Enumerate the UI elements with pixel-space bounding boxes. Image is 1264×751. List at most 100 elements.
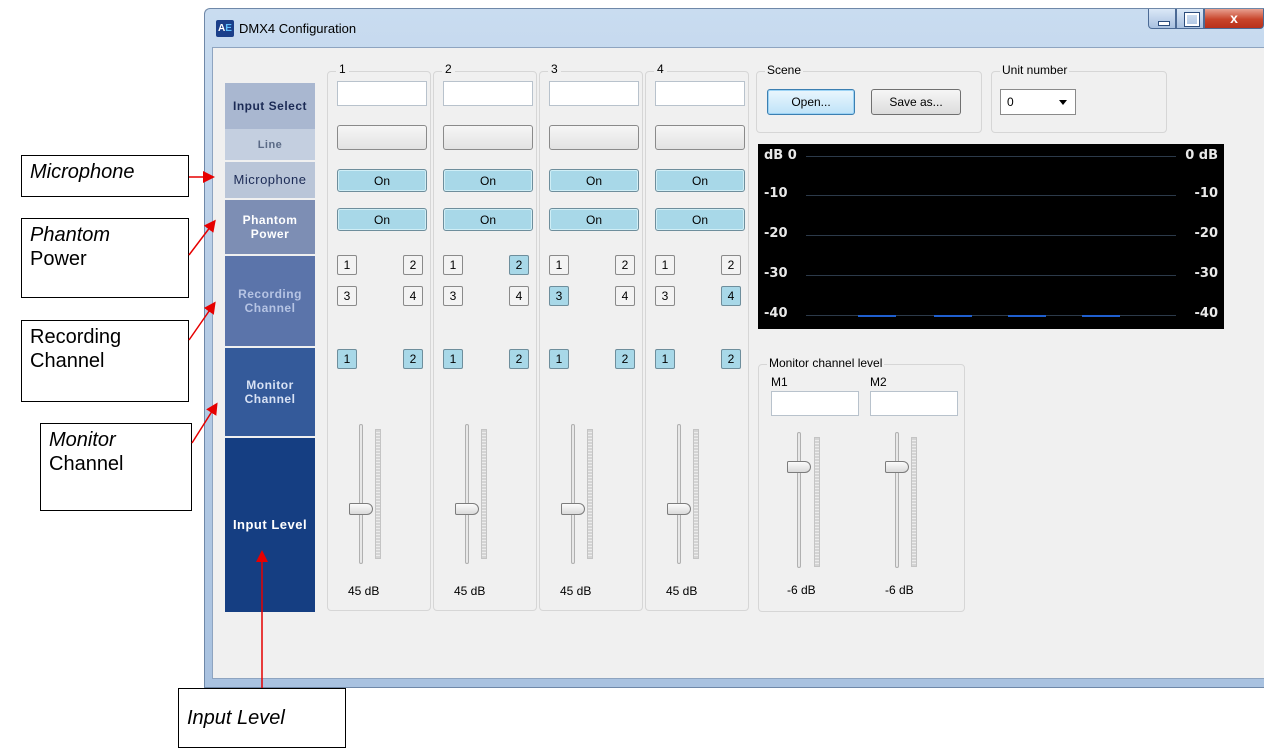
app-window: AE DMX4 Configuration x Input Select Lin… [204,8,1264,688]
line-button[interactable] [549,125,639,150]
input-level-slider-thumb[interactable] [349,503,373,515]
channel-strip-1: 1 On On 1 2 3 4 1 2 45 dB [327,62,431,611]
close-button[interactable]: x [1204,9,1264,29]
meter-left-tick-label: -30 [764,266,788,281]
m2-value-field[interactable] [870,391,958,416]
m1-label: M1 [771,375,788,389]
m2-slider-thumb[interactable] [885,461,909,473]
meter-channel-3-bar [1008,315,1046,317]
monitor-channel-1-button[interactable]: 1 [655,349,675,369]
monitor-channel-2-button[interactable]: 2 [403,349,423,369]
save-scene-as-button[interactable]: Save as... [871,89,961,115]
recording-channel-2-button[interactable]: 2 [721,255,741,275]
annotation-input-level-text: Input Level [187,707,285,729]
monitor-channel-label: Monitor Channel [225,348,315,436]
line-button[interactable] [655,125,745,150]
recording-channel-1-button[interactable]: 1 [337,255,357,275]
monitor-channel-1-button[interactable]: 1 [337,349,357,369]
recording-channel-4-button[interactable]: 4 [403,286,423,306]
monitor-channel-2-button[interactable]: 2 [615,349,635,369]
recording-channel-1-button[interactable]: 1 [549,255,569,275]
recording-channel-3-button[interactable]: 3 [549,286,569,306]
channel-strip-4: 4 On On 1 2 3 4 1 2 45 dB [645,62,749,611]
microphone-on-button[interactable]: On [655,169,745,192]
m1-value-field[interactable] [771,391,859,416]
input-level-meter [587,429,593,559]
annotation-recording-text-2: Channel [30,350,105,372]
input-select-field[interactable] [655,81,745,106]
input-level-meter [375,429,381,559]
open-scene-button[interactable]: Open... [767,89,855,115]
m1-slider-track[interactable] [797,432,801,568]
phantom-power-on-button[interactable]: On [443,208,533,231]
dropdown-arrow-icon [1059,100,1067,105]
title-bar[interactable]: AE DMX4 Configuration x [205,9,1264,47]
m2-level-readout: -6 dB [885,583,914,597]
unit-number-title: Unit number [1000,63,1070,77]
channel-number: 1 [336,62,349,76]
line-label: Line [225,129,315,160]
annotation-phantom-text-2: Power [30,248,87,270]
monitor-channel-1-button[interactable]: 1 [549,349,569,369]
input-level-slider-track[interactable] [359,424,363,564]
recording-channel-2-button[interactable]: 2 [509,255,529,275]
input-select-field[interactable] [443,81,533,106]
unit-number-select[interactable]: 0 [1000,89,1076,115]
phantom-power-on-button[interactable]: On [337,208,427,231]
meter-grid-line [806,195,1176,196]
input-level-label: Input Level [225,438,315,612]
app-logo-icon: AE [216,20,234,37]
input-level-slider-thumb[interactable] [561,503,585,515]
m2-level-meter [911,437,917,567]
annotation-monitor-text-1: Monitor [49,429,116,451]
input-level-slider-track[interactable] [571,424,575,564]
recording-channel-3-button[interactable]: 3 [337,286,357,306]
annotation-monitor-text-2: Channel [49,453,124,475]
recording-channel-3-button[interactable]: 3 [655,286,675,306]
meter-right-tick-label: -40 [1194,306,1219,321]
minimize-button[interactable] [1148,9,1176,29]
meter-right-tick-label: -10 [1194,186,1219,201]
window-title: DMX4 Configuration [239,21,357,36]
monitor-channel-2-button[interactable]: 2 [509,349,529,369]
input-select-field[interactable] [549,81,639,106]
meter-top-left-label: dB 0 [764,148,797,163]
maximize-button[interactable] [1176,9,1204,29]
recording-channel-4-button[interactable]: 4 [615,286,635,306]
microphone-on-button[interactable]: On [443,169,533,192]
recording-channel-2-button[interactable]: 2 [403,255,423,275]
phantom-power-on-button[interactable]: On [655,208,745,231]
monitor-channel-2-button[interactable]: 2 [721,349,741,369]
m2-slider-track[interactable] [895,432,899,568]
line-button[interactable] [443,125,533,150]
m1-slider-thumb[interactable] [787,461,811,473]
microphone-on-button[interactable]: On [549,169,639,192]
recording-channel-1-button[interactable]: 1 [655,255,675,275]
input-level-slider-track[interactable] [465,424,469,564]
channel-number: 2 [442,62,455,76]
input-level-slider-track[interactable] [677,424,681,564]
unit-number-value: 0 [1007,95,1014,109]
meter-channel-1-bar [858,315,896,317]
m2-label: M2 [870,375,887,389]
recording-channel-3-button[interactable]: 3 [443,286,463,306]
input-level-slider-thumb[interactable] [455,503,479,515]
meter-grid-line [806,275,1176,276]
line-button[interactable] [337,125,427,150]
unit-number-group: Unit number 0 [991,63,1167,133]
recording-channel-2-button[interactable]: 2 [615,255,635,275]
input-select-label: Input Select [225,83,315,129]
recording-channel-4-button[interactable]: 4 [509,286,529,306]
recording-channel-4-button[interactable]: 4 [721,286,741,306]
input-select-field[interactable] [337,81,427,106]
microphone-on-button[interactable]: On [337,169,427,192]
monitor-level-title: Monitor channel level [767,356,885,370]
annotation-microphone-text: Microphone [30,161,135,183]
input-level-slider-thumb[interactable] [667,503,691,515]
scene-group: Scene Open... Save as... [756,63,982,133]
input-level-meter [693,429,699,559]
input-level-readout: 45 dB [560,584,592,598]
monitor-channel-1-button[interactable]: 1 [443,349,463,369]
phantom-power-on-button[interactable]: On [549,208,639,231]
recording-channel-1-button[interactable]: 1 [443,255,463,275]
